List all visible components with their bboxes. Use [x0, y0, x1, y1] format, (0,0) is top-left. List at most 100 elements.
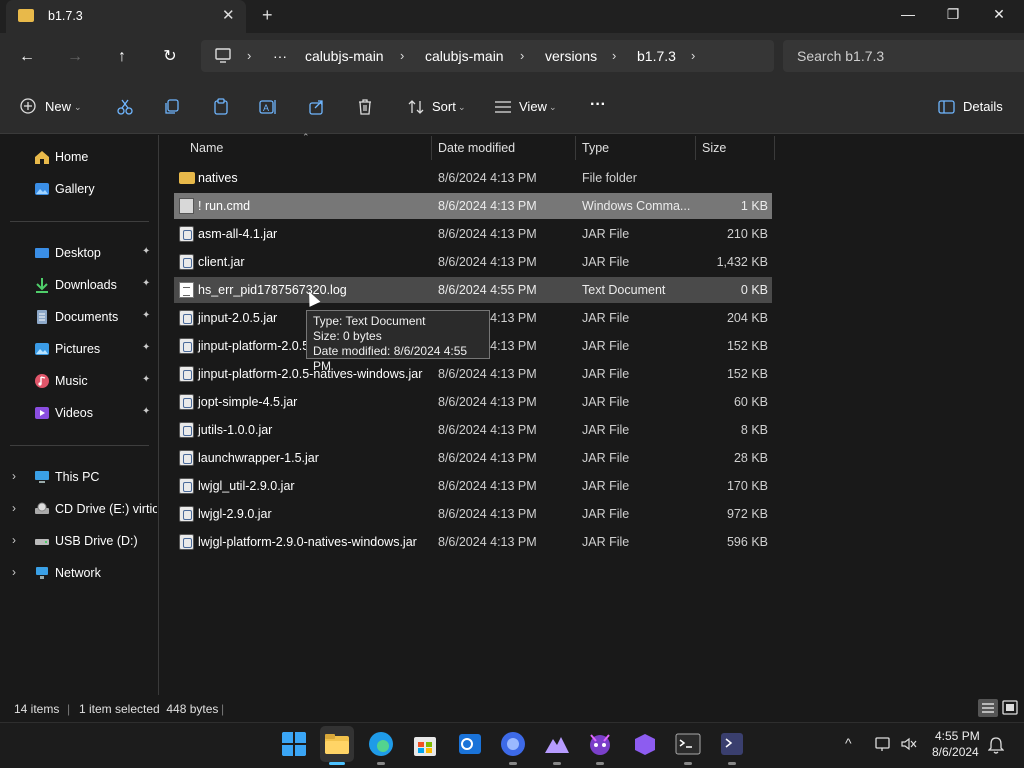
table-row[interactable]: launchwrapper-1.5.jar 8/6/2024 4:13 PM J… — [174, 445, 772, 471]
chevron-right-icon[interactable]: › — [520, 48, 524, 63]
clock-date[interactable]: 8/6/2024 — [932, 745, 979, 759]
table-row-hovered[interactable]: hs_err_pid1787567320.log 8/6/2024 4:55 P… — [174, 277, 772, 303]
expand-chevron-icon[interactable]: › — [12, 469, 16, 483]
chevron-right-icon[interactable]: › — [691, 48, 695, 63]
share-icon[interactable] — [308, 98, 326, 116]
microsoft-store-icon[interactable] — [412, 731, 438, 757]
file-date: 8/6/2024 4:13 PM — [438, 451, 537, 465]
column-header-type[interactable]: Type — [582, 141, 609, 155]
details-view-icon[interactable] — [978, 699, 998, 717]
chevron-right-icon[interactable]: › — [400, 48, 404, 63]
breadcrumb-item[interactable]: versions — [545, 48, 597, 64]
cube-app-icon[interactable] — [632, 731, 658, 757]
pin-icon[interactable]: ✦ — [142, 246, 150, 257]
maximize-button[interactable]: ❐ — [941, 6, 965, 26]
refresh-button[interactable]: ↻ — [158, 45, 182, 69]
forward-button[interactable]: → — [63, 45, 87, 69]
outlook-icon[interactable] — [456, 731, 482, 757]
view-button[interactable]: View — [519, 99, 547, 114]
computer-icon[interactable] — [214, 48, 232, 64]
pin-icon[interactable]: ✦ — [142, 406, 150, 417]
expand-chevron-icon[interactable]: › — [12, 501, 16, 515]
column-header-name[interactable]: Name — [190, 141, 223, 155]
edge-browser-icon[interactable] — [368, 731, 394, 757]
sidebar-item-music[interactable]: Music ✦ — [0, 367, 159, 395]
sidebar-item-network[interactable]: › Network — [0, 559, 159, 587]
file-date: 8/6/2024 4:13 PM — [438, 227, 537, 241]
back-button[interactable]: ← — [15, 45, 39, 69]
paste-icon[interactable] — [212, 98, 230, 116]
pin-icon[interactable]: ✦ — [142, 374, 150, 385]
game-app-icon[interactable] — [587, 731, 613, 757]
sidebar-item-cd-drive[interactable]: › CD Drive (E:) virtio-win-0.1.2 — [0, 495, 159, 523]
details-button[interactable]: Details — [963, 99, 1003, 114]
terminal-icon[interactable] — [675, 731, 701, 757]
minimize-button[interactable]: — — [896, 6, 920, 26]
expand-chevron-icon[interactable]: › — [12, 565, 16, 579]
notification-bell-icon[interactable] — [988, 736, 1004, 754]
breadcrumb-item[interactable]: calubjs-main — [305, 48, 384, 64]
column-header-date[interactable]: Date modified — [438, 141, 515, 155]
new-tab-button[interactable]: + — [262, 5, 273, 26]
table-row[interactable]: jopt-simple-4.5.jar 8/6/2024 4:13 PM JAR… — [174, 389, 772, 415]
table-row-selected[interactable]: ! run.cmd 8/6/2024 4:13 PM Windows Comma… — [174, 193, 772, 219]
sidebar-item-home[interactable]: Home — [0, 143, 159, 171]
sidebar-item-label: Home — [55, 150, 89, 164]
sidebar-item-gallery[interactable]: Gallery — [0, 175, 159, 203]
mountain-app-icon[interactable] — [544, 731, 570, 757]
breadcrumb-item-current[interactable]: b1.7.3 — [637, 48, 676, 64]
sidebar-item-downloads[interactable]: Downloads ✦ — [0, 271, 159, 299]
table-row[interactable]: lwjgl-2.9.0.jar 8/6/2024 4:13 PM JAR Fil… — [174, 501, 772, 527]
column-divider[interactable] — [431, 136, 432, 160]
start-icon[interactable] — [281, 731, 307, 757]
sidebar-item-pictures[interactable]: Pictures ✦ — [0, 335, 159, 363]
table-row[interactable]: asm-all-4.1.jar 8/6/2024 4:13 PM JAR Fil… — [174, 221, 772, 247]
pin-icon[interactable]: ✦ — [142, 342, 150, 353]
chevron-right-icon[interactable]: › — [612, 48, 616, 63]
pin-icon[interactable]: ✦ — [142, 278, 150, 289]
sidebar-item-usb-drive[interactable]: › USB Drive (D:) — [0, 527, 159, 555]
powershell-icon[interactable] — [719, 731, 745, 757]
clock-time[interactable]: 4:55 PM — [935, 729, 980, 743]
sort-button[interactable]: Sort — [432, 99, 456, 114]
file-size: 170 KB — [726, 479, 768, 493]
rename-icon[interactable]: A — [259, 98, 277, 116]
table-row[interactable]: natives 8/6/2024 4:13 PM File folder — [174, 165, 772, 191]
cut-icon[interactable] — [116, 98, 134, 116]
file-explorer-icon[interactable] — [324, 731, 350, 757]
tiles-view-icon[interactable] — [1001, 699, 1019, 717]
sidebar-item-videos[interactable]: Videos ✦ — [0, 399, 159, 427]
tab-close-button[interactable]: ✕ — [222, 6, 235, 24]
pin-icon[interactable]: ✦ — [142, 310, 150, 321]
sidebar-item-desktop[interactable]: Desktop ✦ — [0, 239, 159, 267]
table-row[interactable]: jutils-1.0.0.jar 8/6/2024 4:13 PM JAR Fi… — [174, 417, 772, 443]
sidebar-item-this-pc[interactable]: › This PC — [0, 463, 159, 491]
chevron-down-icon: ⌄ — [74, 102, 82, 112]
column-divider[interactable] — [695, 136, 696, 160]
table-row[interactable]: lwjgl_util-2.9.0.jar 8/6/2024 4:13 PM JA… — [174, 473, 772, 499]
column-header-size[interactable]: Size — [702, 141, 726, 155]
network-status-icon[interactable] — [874, 736, 892, 752]
firefox-icon[interactable] — [500, 731, 526, 757]
delete-icon[interactable] — [356, 98, 374, 116]
column-divider[interactable] — [774, 136, 775, 160]
column-divider[interactable] — [575, 136, 576, 160]
breadcrumb-item[interactable]: calubjs-main — [425, 48, 504, 64]
expand-chevron-icon[interactable]: › — [12, 533, 16, 547]
new-button[interactable]: New — [45, 99, 71, 114]
volume-muted-icon[interactable] — [900, 736, 918, 752]
tab-b1-7-3[interactable]: b1.7.3 ✕ — [6, 0, 246, 33]
sidebar-item-documents[interactable]: Documents ✦ — [0, 303, 159, 331]
up-button[interactable]: ↑ — [110, 45, 134, 69]
copy-icon[interactable] — [163, 98, 181, 116]
file-size: 204 KB — [726, 311, 768, 325]
table-row[interactable]: lwjgl-platform-2.9.0-natives-windows.jar… — [174, 529, 772, 555]
file-date: 8/6/2024 4:13 PM — [438, 255, 537, 269]
tray-overflow-chevron-icon[interactable]: ^ — [845, 735, 852, 751]
close-window-button[interactable]: ✕ — [987, 6, 1011, 26]
table-row[interactable]: client.jar 8/6/2024 4:13 PM JAR File 1,4… — [174, 249, 772, 275]
file-date: 8/6/2024 4:13 PM — [438, 171, 537, 185]
file-name: ! run.cmd — [198, 199, 251, 213]
more-options-button[interactable]: ··· — [590, 96, 606, 114]
breadcrumb-overflow[interactable]: ··· — [273, 48, 287, 64]
